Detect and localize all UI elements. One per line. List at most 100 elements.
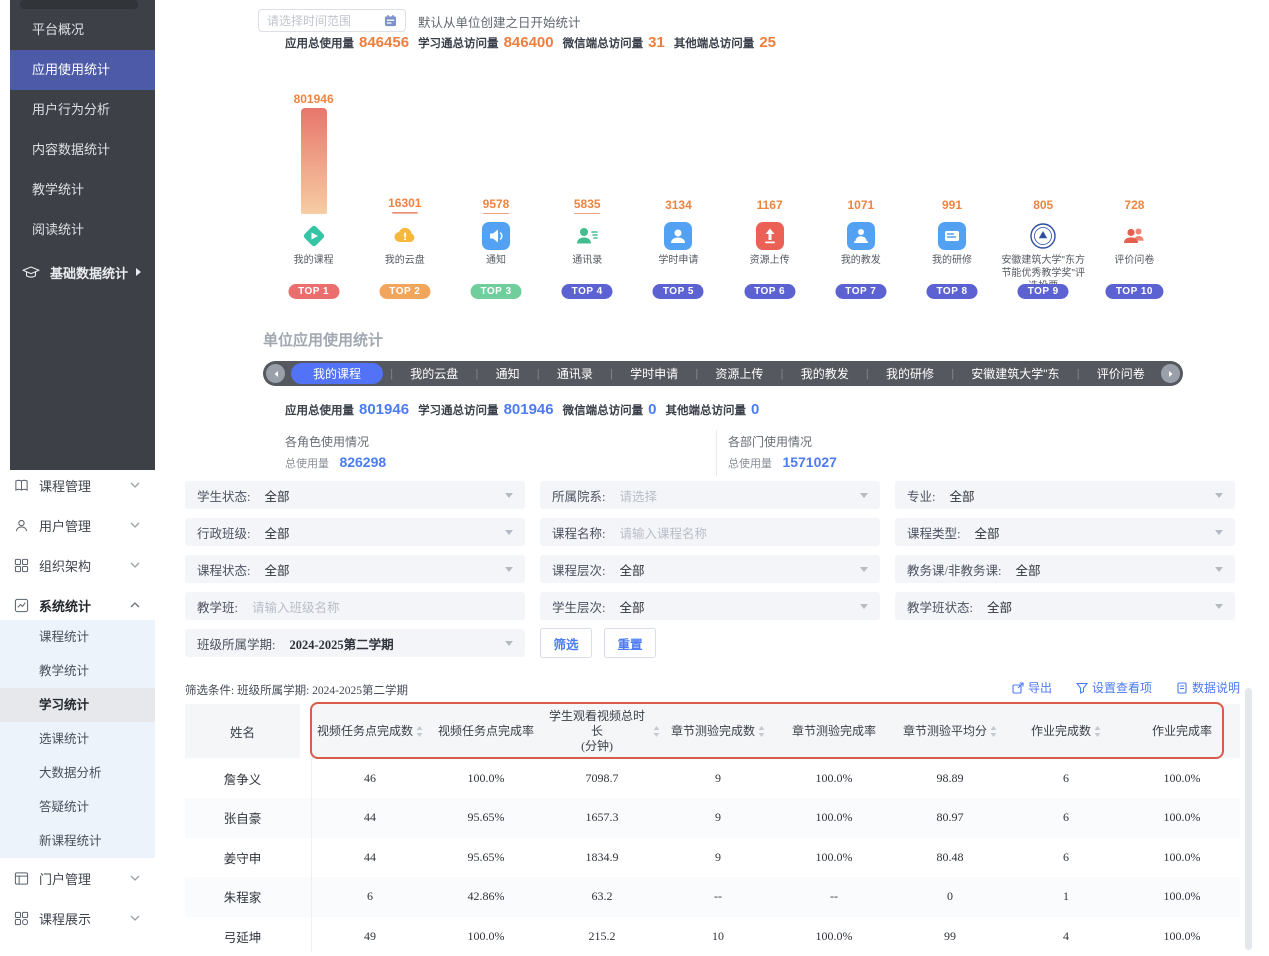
tab-scroll-left-icon[interactable] (266, 364, 285, 383)
filter-field-select[interactable]: 专业:全部 (895, 481, 1235, 509)
sidebar-item[interactable]: 课程管理 (0, 465, 155, 505)
app-tab[interactable]: 安徽建筑大学"东 (961, 363, 1069, 384)
date-range-placeholder: 请选择时间范围 (267, 12, 351, 29)
chevron-down-icon (1215, 493, 1223, 498)
filter-field-select[interactable]: 教务课/非教务课:全部 (895, 555, 1235, 583)
filter-label: 班级所属学期: (197, 634, 275, 653)
date-default-hint: 默认从单位创建之日开始统计 (418, 12, 581, 31)
rank-badge: TOP 6 (744, 284, 795, 299)
sidebar-subitem[interactable]: 选课统计 (0, 722, 155, 756)
stat-label: 微信端总访问量 (563, 35, 644, 51)
app-tab[interactable]: 我的研修 (876, 363, 944, 384)
rank-badge: TOP 8 (926, 284, 977, 299)
table-column-header: 章节测验完成率 (776, 704, 892, 758)
filter-field-select[interactable]: 课程状态:全部 (185, 555, 525, 583)
filter-field-input[interactable]: 课程名称:请输入课程名称 (540, 518, 880, 546)
filter-field-select[interactable]: 教学班状态:全部 (895, 592, 1235, 620)
panel-total-label: 总使用量 (728, 458, 772, 470)
filter-field-select[interactable]: 行政班级:全部 (185, 518, 525, 546)
sidebar-subitem[interactable]: 答疑统计 (0, 790, 155, 824)
filter-field-select[interactable]: 课程类型:全部 (895, 518, 1235, 546)
chart-column: 16301我的云盘TOP 2 (359, 92, 450, 300)
book-icon (14, 477, 30, 493)
filter-field-input[interactable]: 教学班:请输入班级名称 (185, 592, 525, 620)
sidebar-item[interactable]: 教学统计 (10, 170, 155, 210)
chart-column: 728评价问卷TOP 10 (1089, 92, 1180, 300)
table-column-header[interactable]: 作业完成数 (1008, 704, 1124, 758)
app-tab[interactable]: 学时申请 (620, 363, 688, 384)
filter-field-select[interactable]: 课程层次: 全部 (540, 555, 880, 583)
table-cell: 100.0% (428, 916, 544, 956)
sidebar-item-label: 课程展示 (39, 909, 91, 928)
data-info-button[interactable]: 数据说明 (1176, 679, 1240, 696)
survey-icon (1089, 222, 1180, 250)
bar-zone: 5835 (542, 92, 633, 214)
sidebar-item[interactable]: 课程展示 (0, 898, 155, 938)
sidebar-item[interactable]: 门户管理 (0, 858, 155, 898)
view-settings-button[interactable]: 设置查看项 (1076, 679, 1152, 696)
table-cell: 100.0% (1124, 837, 1240, 877)
app-tab-active[interactable]: 我的课程 (291, 363, 383, 384)
app-tabbar: 我的课程|我的云盘|通知|通讯录|学时申请|资源上传|我的教发|我的研修|安徽建… (263, 361, 1183, 386)
date-range-input[interactable]: 请选择时间范围 (258, 9, 406, 32)
table-cell: 44 (312, 798, 428, 838)
filter-field-select[interactable]: 学生层次:全部 (540, 592, 880, 620)
app-tab[interactable]: 通讯录 (547, 363, 603, 384)
sidebar-subitem-active[interactable]: 学习统计 (0, 688, 155, 722)
table-column-header[interactable]: 章节测验平均分 (892, 704, 1008, 758)
tab-scroll-right-icon[interactable] (1161, 364, 1180, 383)
sidebar-subitem[interactable]: 教学统计 (0, 654, 155, 688)
chevron-down-icon (1215, 530, 1223, 535)
table-column-header[interactable]: 学生观看视频总时长(分钟) (544, 704, 660, 758)
sidebar-subitem[interactable]: 课程统计 (0, 620, 155, 654)
table-cell: 100.0% (776, 837, 892, 877)
rank-badge: TOP 4 (562, 284, 613, 299)
table-cell: 215.2 (544, 916, 660, 956)
app-name-label: 评价问卷 (1092, 254, 1176, 267)
sidebar-item[interactable]: 组织架构 (0, 545, 155, 585)
sidebar-subitem[interactable]: 大数据分析 (0, 756, 155, 790)
app-tab[interactable]: 通知 (486, 363, 530, 384)
sidebar-item[interactable]: 内容数据统计 (10, 130, 155, 170)
sidebar-item[interactable]: 用户管理 (0, 505, 155, 545)
filter-button[interactable]: 筛选 (540, 628, 592, 658)
sidebar-item[interactable]: 系统统计 (0, 585, 155, 625)
stat-label: 其他端总访问量 (665, 402, 746, 418)
app-tab[interactable]: 资源上传 (705, 363, 773, 384)
filter-value: 全部 (619, 560, 644, 579)
vertical-scrollbar[interactable] (1245, 688, 1252, 950)
calendar-icon[interactable] (384, 14, 397, 27)
table-cell: 100.0% (1124, 916, 1240, 956)
table-row: 詹争义46100.0%7098.79100.0%98.896100.0% (185, 758, 1240, 798)
table-cell: 100.0% (1124, 758, 1240, 798)
app-tab[interactable]: 我的教发 (791, 363, 859, 384)
sidebar-item[interactable]: 平台概况 (10, 10, 155, 50)
bar-zone: 1071 (815, 92, 906, 214)
table-row: 弓延坤49100.0%215.210100.0%994100.0% (185, 916, 1240, 956)
top10-apps-bar-chart: 801946我的课程TOP 116301我的云盘TOP 29578通知TOP 3… (268, 92, 1180, 300)
table-cell: 9 (660, 798, 776, 838)
rank-badge: TOP 1 (288, 284, 339, 299)
sidebar-partial-item[interactable] (20, 0, 138, 9)
app-tab[interactable]: 我的云盘 (400, 363, 468, 384)
export-button[interactable]: 导出 (1012, 679, 1052, 696)
sidebar-item-basic-data-statistics[interactable]: 基础数据统计 (10, 252, 155, 292)
filter-field-select[interactable]: 学生状态:全部 (185, 481, 525, 509)
sidebar-item[interactable]: 用户行为分析 (10, 90, 155, 130)
filter-label: 专业: (907, 486, 935, 505)
reset-button[interactable]: 重置 (604, 628, 656, 658)
chevron-down-icon (505, 530, 513, 535)
sidebar-item[interactable]: 阅读统计 (10, 210, 155, 250)
filter-label: 课程层次: (552, 560, 605, 579)
filter-field-select[interactable]: 班级所属学期:2024-2025第二学期 (185, 629, 525, 657)
table-column-header[interactable]: 章节测验完成数 (660, 704, 776, 758)
column-label: 学生观看视频总时长(分钟) (544, 709, 650, 754)
sidebar-item-active[interactable]: 应用使用统计 (10, 50, 155, 90)
app-name-label: 我的云盘 (363, 254, 447, 267)
column-label: 章节测验平均分 (903, 724, 987, 739)
sidebar-subitem[interactable]: 新课程统计 (0, 824, 155, 858)
app-tab[interactable]: 评价问卷 (1087, 363, 1155, 384)
chevron-down-icon (505, 641, 513, 646)
table-column-header[interactable]: 视频任务点完成数 (312, 704, 428, 758)
filter-field-select[interactable]: 所属院系:请选择 (540, 481, 880, 509)
